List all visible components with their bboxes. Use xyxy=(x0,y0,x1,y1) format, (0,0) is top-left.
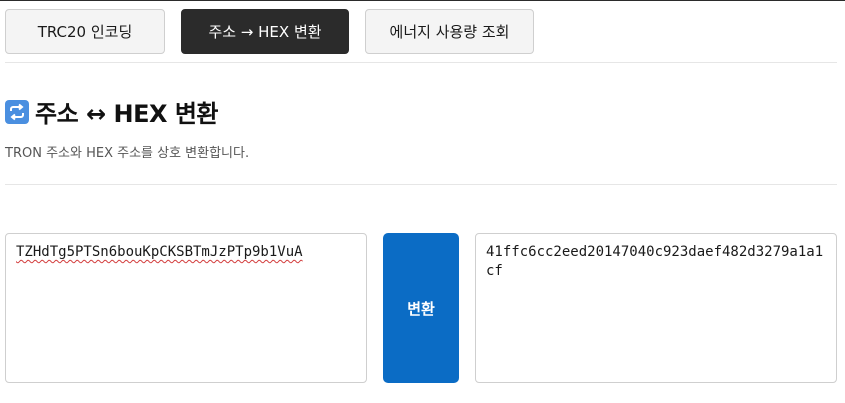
divider-top xyxy=(5,62,837,63)
repeat-arrows-icon xyxy=(5,99,29,124)
page-title: 주소 ↔ HEX 변환 xyxy=(35,100,218,128)
tab-address-hex[interactable]: 주소 → HEX 변환 xyxy=(181,9,349,54)
tab-bar: TRC20 인코딩 주소 → HEX 변환 에너지 사용량 조회 xyxy=(5,9,534,54)
top-border xyxy=(0,0,845,1)
tab-energy-usage[interactable]: 에너지 사용량 조회 xyxy=(365,9,534,54)
section-description: TRON 주소와 HEX 주소를 상호 변환합니다. xyxy=(5,146,250,161)
tab-trc20-encoding[interactable]: TRC20 인코딩 xyxy=(5,9,165,54)
convert-button[interactable]: 변환 xyxy=(383,233,459,383)
divider-bottom xyxy=(5,184,837,185)
hex-output-value: 41ffc6cc2eed20147040c923daef482d3279a1a1… xyxy=(486,244,824,279)
section-title: 주소 ↔ HEX 변환 xyxy=(5,94,218,129)
address-input[interactable]: TZHdTg5PTSn6bouKpCKSBTmJzPTp9b1VuA xyxy=(5,233,367,383)
address-input-value: TZHdTg5PTSn6bouKpCKSBTmJzPTp9b1VuA xyxy=(16,244,303,260)
hex-output[interactable]: 41ffc6cc2eed20147040c923daef482d3279a1a1… xyxy=(475,233,837,383)
